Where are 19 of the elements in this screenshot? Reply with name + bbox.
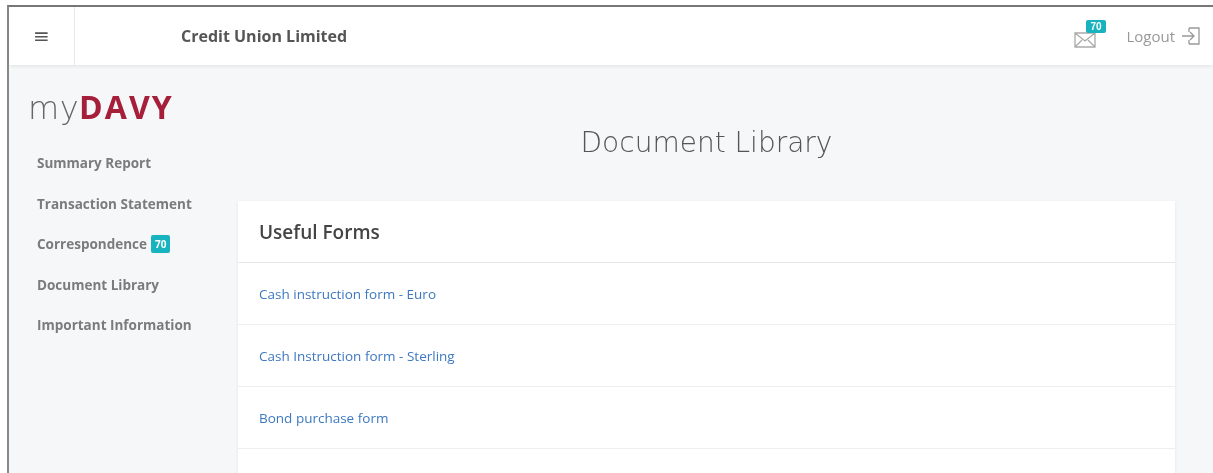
count-badge: 70 (151, 235, 171, 253)
mydavy-logo: myDAVY (28, 91, 174, 124)
card-title: Useful Forms (259, 218, 380, 245)
sidebar-link[interactable]: Transaction Statement (37, 194, 192, 213)
envelope-icon (1074, 32, 1097, 48)
form-link[interactable]: Cash instruction form - Euro (259, 284, 436, 303)
logout-icon (1181, 26, 1201, 46)
unread-count-badge: 70 (1086, 20, 1106, 33)
logout-button[interactable]: Logout (1126, 26, 1201, 46)
form-link[interactable]: Cash Instruction form - Sterling (259, 346, 455, 365)
form-link[interactable]: Bond purchase form (259, 408, 389, 427)
sidebar-link[interactable]: Correspondence 70 (37, 235, 171, 253)
menu-button[interactable]: ≡ (9, 7, 75, 65)
sidebar-link[interactable]: Document Library (37, 275, 160, 294)
page-title: Document Library (579, 126, 834, 161)
mail-button[interactable]: 70 (1074, 20, 1109, 50)
sidebar-link[interactable]: Summary Report (37, 154, 152, 172)
sidebar-link[interactable]: Important Information (37, 316, 192, 334)
organization-name: Credit Union Limited (181, 25, 348, 47)
